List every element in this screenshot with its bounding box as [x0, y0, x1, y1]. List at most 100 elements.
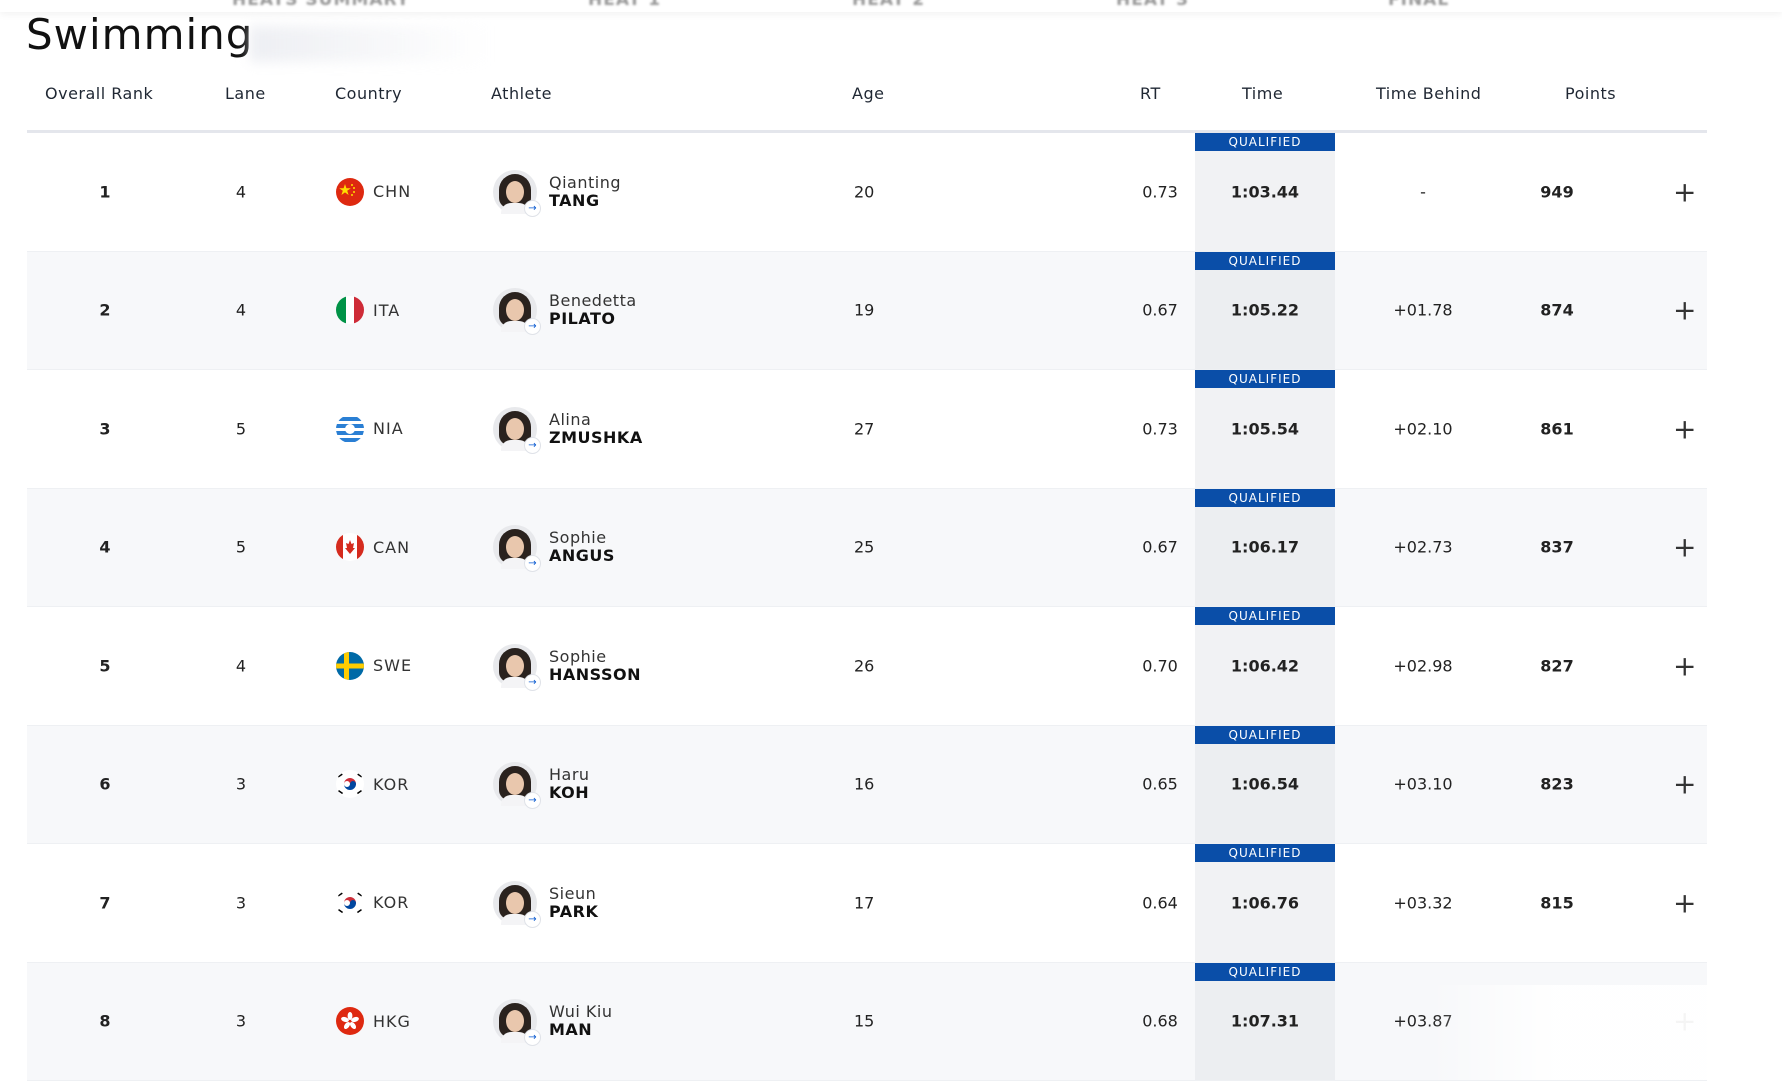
avatar[interactable]: →	[493, 525, 537, 569]
athlete-name[interactable]: HaruKOH	[549, 766, 590, 802]
arrow-right-icon[interactable]: →	[524, 200, 541, 217]
country-cell: KOR	[336, 889, 409, 917]
expand-row-button[interactable]: +	[1673, 531, 1696, 564]
reaction-time-cell: 0.68	[1117, 1012, 1203, 1031]
nav-tab-final[interactable]: FINAL	[1388, 0, 1449, 10]
table-row[interactable]: 14CHN→QiantingTANG200.73QUALIFIED1:03.44…	[27, 133, 1707, 252]
plus-icon: +	[1673, 294, 1696, 327]
athlete-cell[interactable]: → SophieHANSSON	[493, 644, 641, 688]
lane-cell: 4	[201, 301, 281, 320]
time-cell: 1:03.44	[1195, 182, 1335, 201]
athlete-cell[interactable]: → SophieANGUS	[493, 525, 615, 569]
country-cell: KOR	[336, 770, 409, 798]
points-cell: 823	[1517, 775, 1597, 794]
expand-row-button[interactable]: +	[1673, 768, 1696, 801]
arrow-right-icon[interactable]: →	[524, 318, 541, 335]
arrow-right-icon[interactable]: →	[524, 792, 541, 809]
expand-row-button[interactable]: +	[1673, 886, 1696, 919]
rank-cell: 7	[27, 893, 183, 912]
athlete-cell[interactable]: → QiantingTANG	[493, 170, 621, 214]
country-code: CHN	[373, 182, 411, 201]
rank-cell: 4	[27, 538, 183, 557]
athlete-name[interactable]: QiantingTANG	[549, 174, 621, 210]
title-fade	[250, 26, 490, 62]
athlete-name[interactable]: SieunPARK	[549, 885, 598, 921]
page-title: Swimming	[26, 10, 253, 59]
avatar[interactable]: →	[493, 762, 537, 806]
athlete-name[interactable]: AlinaZMUSHKA	[549, 411, 643, 447]
expand-row-button[interactable]: +	[1673, 649, 1696, 682]
nav-tab-heat-1[interactable]: HEAT 1	[588, 0, 661, 10]
athlete-last-name: ANGUS	[549, 547, 615, 565]
country-cell: NIA	[336, 415, 404, 443]
athlete-name[interactable]: BenedettaPILATO	[549, 292, 637, 328]
country-code: ITA	[373, 301, 400, 320]
nia-flag-icon	[336, 415, 364, 443]
table-row[interactable]: 35NIA→AlinaZMUSHKA270.73QUALIFIED1:05.54…	[27, 370, 1707, 489]
rank-cell: 2	[27, 301, 183, 320]
arrow-right-icon[interactable]: →	[524, 1029, 541, 1046]
arrow-right-icon[interactable]: →	[524, 555, 541, 572]
athlete-cell[interactable]: → HaruKOH	[493, 762, 590, 806]
lane-cell: 3	[201, 893, 281, 912]
nav-tab-heats-summary[interactable]: HEATS SUMMARY	[232, 0, 410, 10]
reaction-time-cell: 0.67	[1117, 301, 1203, 320]
avatar[interactable]: →	[493, 881, 537, 925]
expand-row-button[interactable]: +	[1673, 294, 1696, 327]
athlete-first-name: Sieun	[549, 885, 598, 903]
qualified-badge: QUALIFIED	[1195, 607, 1335, 625]
time-behind-cell: +02.98	[1353, 656, 1493, 675]
expand-row-button[interactable]: +	[1673, 175, 1696, 208]
athlete-cell[interactable]: → SieunPARK	[493, 881, 598, 925]
header-overall-rank: Overall Rank	[45, 84, 153, 103]
plus-icon: +	[1673, 886, 1696, 919]
age-cell: 26	[854, 656, 874, 675]
nav-tab-heat-2[interactable]: HEAT 2	[852, 0, 925, 10]
avatar[interactable]: →	[493, 999, 537, 1043]
country-code: HKG	[373, 1012, 411, 1031]
age-cell: 15	[854, 1012, 874, 1031]
rank-cell: 6	[27, 775, 183, 794]
header-time: Time	[1242, 84, 1283, 103]
time-behind-cell: -	[1353, 182, 1493, 201]
header-time-behind: Time Behind	[1376, 84, 1481, 103]
athlete-name[interactable]: SophieANGUS	[549, 529, 615, 565]
top-nav: HEATS SUMMARY HEAT 1 HEAT 2 HEAT 3 FINAL	[0, 0, 1782, 12]
table-row[interactable]: 73KOR→SieunPARK170.64QUALIFIED1:06.76+03…	[27, 844, 1707, 963]
hkg-flag-icon	[336, 1007, 364, 1035]
avatar[interactable]: →	[493, 407, 537, 451]
avatar[interactable]: →	[493, 288, 537, 332]
qualified-badge: QUALIFIED	[1195, 844, 1335, 862]
athlete-last-name: ZMUSHKA	[549, 429, 643, 447]
table-row[interactable]: 63KOR→HaruKOH160.65QUALIFIED1:06.54+03.1…	[27, 726, 1707, 845]
athlete-cell[interactable]: → AlinaZMUSHKA	[493, 407, 643, 451]
age-cell: 25	[854, 538, 874, 557]
avatar[interactable]: →	[493, 170, 537, 214]
athlete-cell[interactable]: → BenedettaPILATO	[493, 288, 637, 332]
points-cell: 827	[1517, 656, 1597, 675]
qualified-badge: QUALIFIED	[1195, 726, 1335, 744]
time-cell: 1:06.76	[1195, 893, 1335, 912]
nav-tab-heat-3[interactable]: HEAT 3	[1116, 0, 1189, 10]
athlete-name[interactable]: SophieHANSSON	[549, 648, 641, 684]
arrow-right-icon[interactable]: →	[524, 674, 541, 691]
qualified-badge: QUALIFIED	[1195, 963, 1335, 981]
arrow-right-icon[interactable]: →	[524, 437, 541, 454]
country-code: CAN	[373, 538, 410, 557]
table-row[interactable]: 45CAN→SophieANGUS250.67QUALIFIED1:06.17+…	[27, 489, 1707, 608]
plus-icon: +	[1673, 649, 1696, 682]
age-cell: 17	[854, 893, 874, 912]
qualified-badge: QUALIFIED	[1195, 133, 1335, 151]
expand-row-button[interactable]: +	[1673, 412, 1696, 445]
arrow-right-icon[interactable]: →	[524, 911, 541, 928]
avatar[interactable]: →	[493, 644, 537, 688]
athlete-first-name: Alina	[549, 411, 643, 429]
qualified-badge: QUALIFIED	[1195, 489, 1335, 507]
athlete-cell[interactable]: → Wui KiuMAN	[493, 999, 613, 1043]
table-row[interactable]: 54SWE→SophieHANSSON260.70QUALIFIED1:06.4…	[27, 607, 1707, 726]
athlete-name[interactable]: Wui KiuMAN	[549, 1003, 613, 1039]
table-row[interactable]: 24ITA→BenedettaPILATO190.67QUALIFIED1:05…	[27, 252, 1707, 371]
lane-cell: 5	[201, 538, 281, 557]
athlete-first-name: Haru	[549, 766, 590, 784]
reaction-time-cell: 0.73	[1117, 182, 1203, 201]
